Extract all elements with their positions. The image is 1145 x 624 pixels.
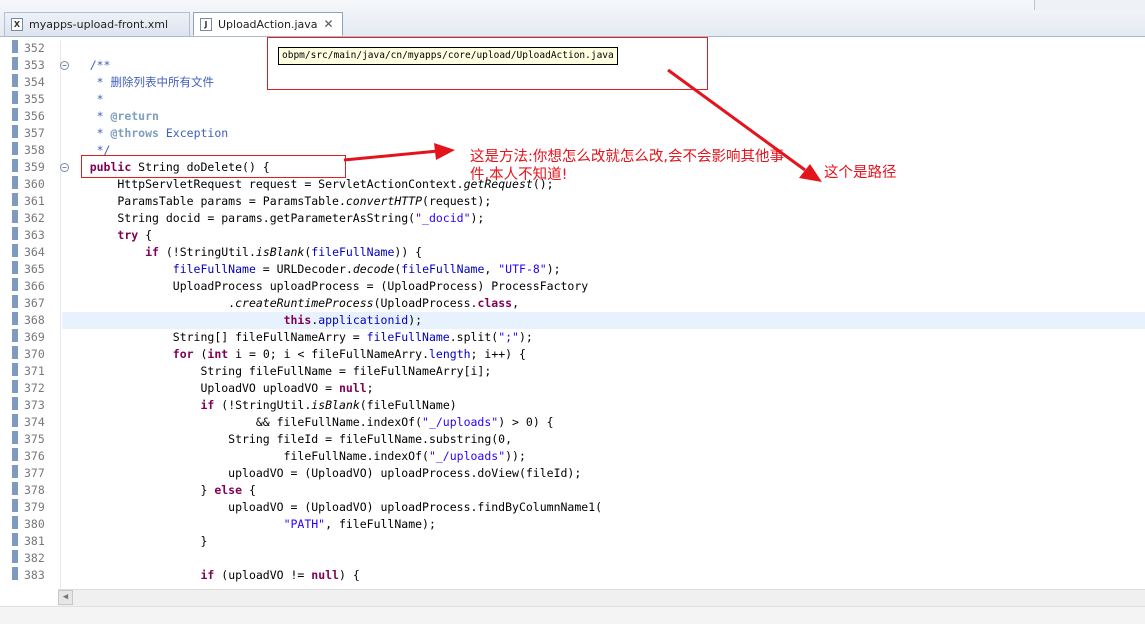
annotation-path-note: 这个是路径 [824, 165, 897, 181]
method-arrow-head [434, 143, 455, 160]
annotation-arrows [343, 68, 822, 182]
annotation-method-note: 这是方法:你想怎么改就怎么改,会不会影响其他事件,本人不知道! [470, 149, 784, 183]
method-arrow-line [343, 149, 439, 162]
